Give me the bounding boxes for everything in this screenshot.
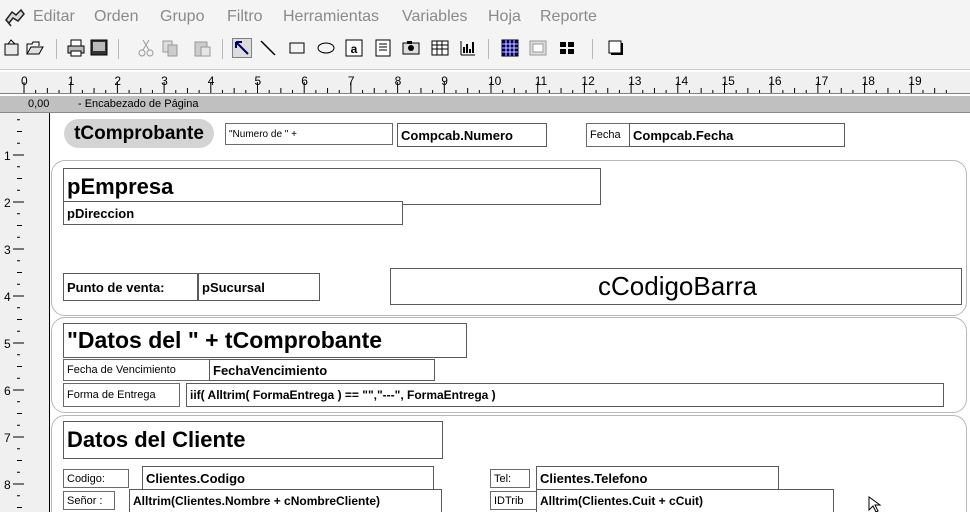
punto-venta-label[interactable]: Punto de venta:: [63, 273, 198, 301]
toolbar-separator: [222, 39, 223, 59]
preview-icon[interactable]: [89, 38, 109, 58]
direccion-field[interactable]: pDireccion: [63, 201, 403, 225]
field-tool-icon[interactable]: a: [344, 38, 364, 58]
vruler-label: 2: [4, 196, 11, 210]
datos-title-field[interactable]: "Datos del " + tComprobante: [63, 323, 467, 358]
vruler-label: 7: [4, 431, 11, 445]
idtrib-label[interactable]: IDTrib: [490, 491, 538, 510]
report-canvas: tComprobante "Numero de " + Compcab.Nume…: [50, 113, 970, 512]
paste-icon[interactable]: [192, 38, 212, 58]
band-position: 0,00: [28, 98, 50, 110]
codigo-label[interactable]: Codigo:: [63, 469, 129, 488]
copy-icon[interactable]: [160, 38, 180, 58]
ruler-label: 17: [815, 74, 829, 88]
vruler-label: 4: [4, 290, 11, 304]
new-icon[interactable]: [2, 38, 22, 58]
text-tool-icon[interactable]: [373, 38, 393, 58]
pointer-tool-icon[interactable]: [232, 38, 252, 58]
vruler-label: 1: [4, 149, 11, 163]
toolbar-separator: [118, 39, 119, 59]
entrega-field[interactable]: iif( Alltrim( FormaEntrega ) == "","---"…: [186, 383, 944, 407]
vruler-label: 6: [4, 384, 11, 398]
band-header[interactable]: 0,00 - Encabezado de Página: [0, 96, 970, 113]
idtrib-field[interactable]: Alltrim(Clientes.Cuit + cCuit): [536, 489, 834, 512]
menu-grupo[interactable]: Grupo: [160, 8, 204, 26]
comprobante-title[interactable]: tComprobante: [64, 119, 214, 148]
senor-field[interactable]: Alltrim(Clientes.Nombre + cNombreCliente…: [129, 489, 442, 512]
vertical-ruler: 1 2 3 4 5 6 7 8: [0, 113, 49, 512]
vertical-ruler-ticks: 1 2 3 4 5 6 7 8: [4, 119, 24, 508]
cliente-title-field[interactable]: Datos del Cliente: [63, 421, 443, 459]
fecha-value-field[interactable]: Compcab.Fecha: [629, 123, 845, 147]
vencimiento-field[interactable]: FechaVencimiento: [209, 359, 435, 381]
vruler-label: 8: [4, 478, 11, 492]
app-logo-icon: [3, 6, 27, 28]
menu-filtro[interactable]: Filtro: [227, 8, 263, 26]
telefono-field[interactable]: Clientes.Telefono: [536, 466, 779, 490]
ruler-label: 14: [675, 74, 689, 88]
band-title: - Encabezado de Página: [78, 98, 199, 110]
senor-label[interactable]: Señor :: [63, 491, 115, 510]
ruler-label: 13: [628, 74, 642, 88]
toolbar: a: [0, 34, 970, 70]
horizontal-ruler: 0 1 2 3 4 5 6 7 8 9 10 11 12 13 14 15 16 17 18 19: [0, 72, 970, 94]
grid-icon[interactable]: [500, 38, 520, 58]
codigo-barra-field[interactable]: cCodigoBarra: [390, 268, 962, 305]
chart-tool-icon[interactable]: [458, 38, 478, 58]
page-icon[interactable]: [557, 38, 577, 58]
vruler-label: 3: [4, 243, 11, 257]
toolbar-separator: [592, 39, 593, 59]
ruler-label: 16: [768, 74, 782, 88]
vencimiento-label[interactable]: Fecha de Vencimiento: [63, 359, 211, 381]
ellipse-tool-icon[interactable]: [316, 38, 336, 58]
tel-label[interactable]: Tel:: [490, 469, 530, 488]
menu-orden[interactable]: Orden: [94, 8, 138, 26]
vruler-label: 5: [4, 337, 11, 351]
toolbar-separator: [488, 39, 489, 59]
line-tool-icon[interactable]: [258, 38, 278, 58]
horizontal-ruler-ticks: 0 1 2 3 4 5 6 7 8 9 10 11 12 13 14 15 16 17 18 19: [21, 74, 947, 93]
report-designer-window: Editar Orden Grupo Filtro Herramientas V…: [0, 0, 970, 512]
print-icon[interactable]: [66, 38, 86, 58]
rectangle-tool-icon[interactable]: [287, 38, 307, 58]
svg-text:a: a: [351, 42, 358, 56]
open-icon[interactable]: [25, 38, 45, 58]
numero-value-field[interactable]: Compcab.Numero: [397, 123, 547, 147]
shadow-box-icon[interactable]: [606, 38, 626, 58]
picture-tool-icon[interactable]: [401, 38, 421, 58]
mouse-pointer-icon: [868, 496, 888, 512]
ruler-label: 12: [581, 74, 595, 88]
numero-label-field[interactable]: "Numero de " +: [225, 123, 393, 145]
table-tool-icon[interactable]: [430, 38, 450, 58]
empresa-field[interactable]: pEmpresa: [63, 168, 601, 205]
menu-variables[interactable]: Variables: [402, 8, 468, 26]
sucursal-field[interactable]: pSucursal: [198, 273, 320, 301]
menu-hoja[interactable]: Hoja: [488, 8, 521, 26]
ruler-label: 19: [908, 74, 922, 88]
cut-icon[interactable]: [136, 38, 156, 58]
menu-editar[interactable]: Editar: [33, 8, 75, 26]
menu-herramientas[interactable]: Herramientas: [283, 8, 379, 26]
toolbar-separator: [56, 39, 57, 59]
menu-bar: Editar Orden Grupo Filtro Herramientas V…: [0, 0, 970, 34]
ruler-label: 11: [535, 74, 548, 88]
menu-reporte[interactable]: Reporte: [540, 8, 597, 26]
codigo-field[interactable]: Clientes.Codigo: [142, 466, 434, 490]
entrega-label[interactable]: Forma de Entrega: [63, 383, 180, 407]
ruler-label: 15: [722, 74, 736, 88]
layout-icon[interactable]: [528, 38, 548, 58]
ruler-label: 10: [488, 74, 502, 88]
ruler-label: 18: [862, 74, 876, 88]
fecha-label-field[interactable]: Fecha: [586, 123, 631, 147]
